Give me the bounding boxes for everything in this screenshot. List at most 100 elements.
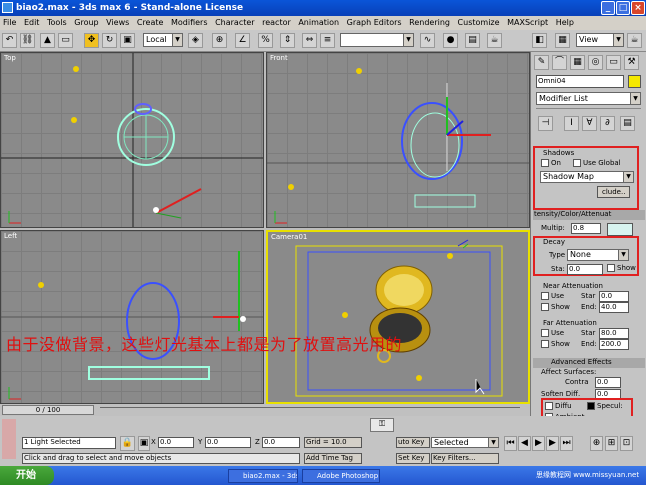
- decay-start-spinner[interactable]: 0.0: [567, 264, 603, 275]
- contrast-spinner[interactable]: 0.0: [595, 377, 621, 388]
- menu-group[interactable]: Group: [74, 18, 98, 27]
- decay-type-dropdown[interactable]: None ▼: [567, 249, 629, 261]
- menu-help[interactable]: Help: [556, 18, 574, 27]
- render-setup-icon[interactable]: ◧: [532, 33, 547, 48]
- modify-tab-icon[interactable]: ⌒: [552, 55, 567, 70]
- named-selection-dropdown[interactable]: ▼: [340, 33, 414, 47]
- object-name-field[interactable]: Omni04: [536, 75, 624, 88]
- percent-snap-icon[interactable]: %: [258, 33, 273, 48]
- checkbox[interactable]: [541, 159, 549, 167]
- x-coordinate-field[interactable]: 0.0: [158, 437, 194, 448]
- zoom-extents-icon[interactable]: ⊡: [620, 436, 633, 451]
- near-use-checkbox[interactable]: Use: [541, 292, 564, 300]
- menu-create[interactable]: Create: [137, 18, 164, 27]
- far-end-spinner[interactable]: 200.0: [599, 339, 629, 350]
- undo-icon[interactable]: ↶: [2, 33, 17, 48]
- shadows-on-checkbox[interactable]: On: [541, 159, 561, 167]
- checkbox[interactable]: [587, 402, 595, 410]
- task-3dsmax[interactable]: biao2.max - 3ds ...: [228, 469, 298, 483]
- minimize-button[interactable]: _: [601, 1, 615, 15]
- menu-animation[interactable]: Animation: [298, 18, 339, 27]
- display-tab-icon[interactable]: ▭: [606, 55, 621, 70]
- maximize-button[interactable]: □: [616, 1, 630, 15]
- select-scale-icon[interactable]: ▣: [120, 33, 135, 48]
- render-teapot-icon[interactable]: ☕: [627, 33, 642, 48]
- angle-snap-icon[interactable]: ∠: [235, 33, 250, 48]
- select-object-icon[interactable]: ▲: [40, 33, 55, 48]
- far-show-checkbox[interactable]: Show: [541, 340, 570, 348]
- key-selection-dropdown[interactable]: Selected ▼: [431, 437, 499, 448]
- checkbox[interactable]: [541, 329, 549, 337]
- menu-customize[interactable]: Customize: [458, 18, 500, 27]
- reference-coordinate-dropdown[interactable]: Local ▼: [143, 33, 183, 47]
- intensity-title[interactable]: tensity/Color/Attenuat: [534, 210, 611, 218]
- set-key-button[interactable]: Set Key: [396, 453, 430, 464]
- zoom-icon[interactable]: ⊕: [590, 436, 603, 451]
- add-time-tag-button[interactable]: Add Time Tag: [304, 453, 362, 464]
- previous-frame-icon[interactable]: ◀: [518, 436, 531, 451]
- menu-graph-editors[interactable]: Graph Editors: [347, 18, 402, 27]
- material-editor-icon[interactable]: ●: [443, 33, 458, 48]
- menu-edit[interactable]: Edit: [24, 18, 40, 27]
- time-slider[interactable]: 0 / 100: [0, 404, 530, 416]
- render-scene-icon[interactable]: ▤: [465, 33, 480, 48]
- menu-character[interactable]: Character: [215, 18, 255, 27]
- configure-sets-icon[interactable]: ▤: [620, 116, 635, 131]
- viewport-camera[interactable]: Camera01: [266, 230, 530, 404]
- absolute-mode-icon[interactable]: ▣: [138, 436, 150, 451]
- track-ruler[interactable]: [100, 407, 520, 413]
- select-rotate-icon[interactable]: ↻: [102, 33, 117, 48]
- curve-editor-icon[interactable]: ∿: [420, 33, 435, 48]
- make-unique-icon[interactable]: ∀: [582, 116, 597, 131]
- play-icon[interactable]: ▶: [532, 436, 545, 451]
- align-icon[interactable]: ≡: [320, 33, 335, 48]
- far-start-spinner[interactable]: 80.0: [599, 328, 629, 339]
- z-coordinate-field[interactable]: 0.0: [262, 437, 300, 448]
- y-coordinate-field[interactable]: 0.0: [205, 437, 251, 448]
- utilities-tab-icon[interactable]: ⚒: [624, 55, 639, 70]
- checkbox[interactable]: [541, 303, 549, 311]
- selection-lock-icon[interactable]: 🔒: [120, 436, 135, 451]
- maxscript-listener-icon[interactable]: [2, 419, 16, 459]
- next-frame-icon[interactable]: ▶: [546, 436, 559, 451]
- decay-show-checkbox[interactable]: Show: [607, 264, 636, 272]
- render-view-dropdown[interactable]: View ▼: [576, 33, 624, 47]
- pivot-center-icon[interactable]: ◈: [188, 33, 203, 48]
- advanced-effects-title[interactable]: Advanced Effects: [551, 358, 612, 366]
- viewport-left[interactable]: Left: [0, 230, 264, 404]
- menu-maxscript[interactable]: MAXScript: [507, 18, 548, 27]
- modifier-list-dropdown[interactable]: Modifier List ▼: [536, 92, 641, 105]
- near-start-spinner[interactable]: 0.0: [599, 291, 629, 302]
- key-filters-button[interactable]: Key Filters...: [431, 453, 499, 464]
- go-to-start-icon[interactable]: ⏮: [504, 436, 517, 451]
- menu-reactor[interactable]: reactor: [262, 18, 291, 27]
- auto-key-button[interactable]: uto Key: [396, 437, 430, 448]
- object-color-swatch[interactable]: [628, 75, 641, 88]
- set-key-icon[interactable]: ⚿: [370, 418, 394, 432]
- menu-views[interactable]: Views: [106, 18, 129, 27]
- viewport-front[interactable]: Front: [266, 52, 530, 228]
- remove-modifier-icon[interactable]: ∂: [600, 116, 615, 131]
- multiplier-spinner[interactable]: 0.8: [571, 223, 601, 234]
- task-photoshop[interactable]: Adobe Photoshop: [302, 469, 380, 483]
- go-to-end-icon[interactable]: ⏭: [560, 436, 573, 451]
- start-button[interactable]: 开始: [0, 466, 54, 485]
- mirror-icon[interactable]: ⇔: [302, 33, 317, 48]
- near-end-spinner[interactable]: 40.0: [599, 302, 629, 313]
- checkbox[interactable]: [573, 159, 581, 167]
- select-move-icon[interactable]: ✥: [84, 33, 99, 48]
- checkbox[interactable]: [607, 264, 615, 272]
- exclude-button[interactable]: clude..: [597, 186, 631, 198]
- menu-file[interactable]: File: [3, 18, 16, 27]
- zoom-all-icon[interactable]: ⊞: [605, 436, 618, 451]
- motion-tab-icon[interactable]: ◎: [588, 55, 603, 70]
- spinner-snap-icon[interactable]: ⇕: [280, 33, 295, 48]
- show-end-result-icon[interactable]: I: [564, 116, 579, 131]
- checkbox[interactable]: [541, 292, 549, 300]
- select-link-icon[interactable]: ⛓: [20, 33, 35, 48]
- checkbox[interactable]: [541, 340, 549, 348]
- far-use-checkbox[interactable]: Use: [541, 329, 564, 337]
- render-frame-icon[interactable]: ▦: [555, 33, 570, 48]
- menu-modifiers[interactable]: Modifiers: [171, 18, 208, 27]
- light-color-swatch[interactable]: [607, 223, 633, 236]
